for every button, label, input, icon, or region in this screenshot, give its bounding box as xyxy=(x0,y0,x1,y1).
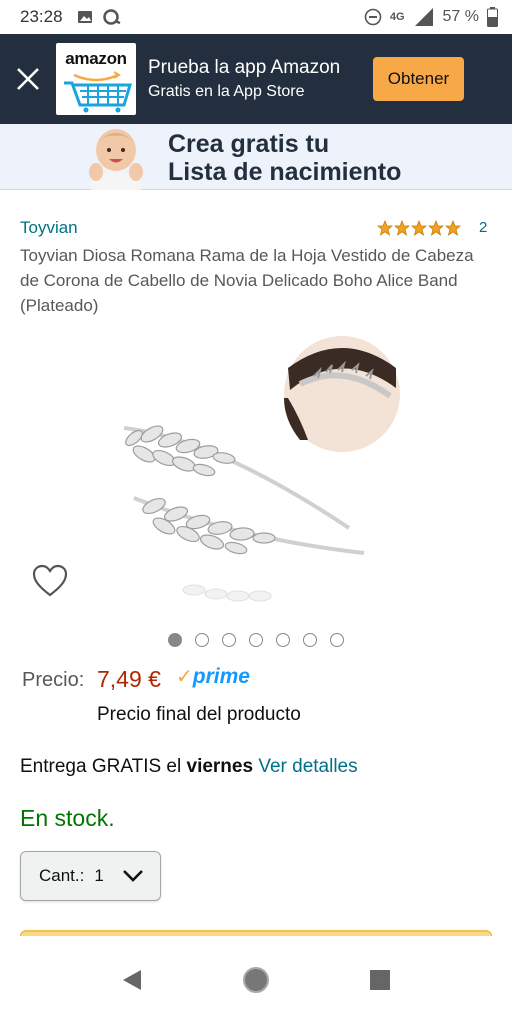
status-bar: 23:28 4G 57 % xyxy=(0,0,512,34)
registry-line-2: Lista de nacimiento xyxy=(168,158,402,186)
status-system-icons: 4G 57 % xyxy=(364,7,498,27)
battery-percent: 57 % xyxy=(442,8,479,25)
gallery-dot[interactable] xyxy=(330,633,344,647)
back-button[interactable] xyxy=(117,965,147,995)
close-banner-button[interactable] xyxy=(0,34,56,124)
star-rating xyxy=(377,219,461,236)
signal-icon xyxy=(414,8,433,26)
status-time: 23:28 xyxy=(20,7,63,26)
star-icon xyxy=(377,219,393,236)
gallery-dot[interactable] xyxy=(222,633,236,647)
amazon-app-logo: amazon xyxy=(56,43,136,115)
brand-link[interactable]: Toyvian xyxy=(20,218,78,238)
star-icon xyxy=(394,219,410,236)
rating-count: 2 xyxy=(479,219,488,236)
registry-text: Crea gratis tu Lista de nacimiento xyxy=(168,130,401,186)
delivery-info: Entrega GRATIS el viernes Ver detalles xyxy=(20,756,358,778)
chevron-down-icon xyxy=(122,870,143,882)
app-download-banner: amazon Prueba la app Amazon Gratis en la… xyxy=(0,34,512,124)
gallery-pagination xyxy=(168,633,344,647)
get-app-button[interactable]: Obtener xyxy=(373,57,464,101)
gallery-dot[interactable] xyxy=(249,633,263,647)
product-title: Toyvian Diosa Romana Rama de la Hoja Ves… xyxy=(20,246,474,315)
quantity-label: Cant.: xyxy=(39,866,85,885)
recents-square-icon xyxy=(370,970,390,990)
system-nav-bar xyxy=(0,936,512,1024)
prime-badge: ✓ prime xyxy=(176,664,250,689)
banner-subtitle: Gratis en la App Store xyxy=(148,83,305,100)
quantity-select[interactable]: Cant.: 1 xyxy=(20,851,161,901)
gallery-dot[interactable] xyxy=(276,633,290,647)
baby-registry-banner[interactable]: Crea gratis tu Lista de nacimiento xyxy=(0,124,512,190)
do-not-disturb-icon xyxy=(364,8,382,26)
product-image xyxy=(123,336,400,602)
prime-check-icon: ✓ xyxy=(176,666,193,688)
shopping-cart-icon xyxy=(64,71,132,113)
heart-icon[interactable] xyxy=(32,564,68,598)
gallery-dot[interactable] xyxy=(303,633,317,647)
home-circle-icon xyxy=(243,967,269,993)
image-notification-icon xyxy=(77,11,92,23)
delivery-prefix: Entrega GRATIS el xyxy=(20,756,187,777)
status-notification-icons xyxy=(77,9,123,25)
stock-status: En stock. xyxy=(20,805,115,831)
recents-button[interactable] xyxy=(365,965,395,995)
price-label: Precio: xyxy=(22,669,85,691)
app-notification-icon xyxy=(102,9,121,25)
quantity-value: 1 xyxy=(94,866,104,885)
gallery-dot[interactable] xyxy=(195,633,209,647)
product-image-gallery[interactable] xyxy=(0,328,512,624)
delivery-details-link[interactable]: Ver detalles xyxy=(258,756,357,777)
product-rating[interactable]: 2 xyxy=(377,219,487,236)
final-price-note: Precio final del producto xyxy=(97,704,301,725)
home-button[interactable] xyxy=(241,965,271,995)
gallery-dot[interactable] xyxy=(168,633,182,647)
registry-line-1: Crea gratis tu xyxy=(168,130,330,158)
close-icon xyxy=(17,68,39,90)
banner-title: Prueba la app Amazon xyxy=(148,57,341,78)
price-value: 7,49 € xyxy=(97,666,161,692)
banner-text: Prueba la app Amazon Gratis en la App St… xyxy=(148,57,340,101)
network-type: 4G xyxy=(389,11,405,23)
amazon-logo-text: amazon xyxy=(65,49,127,68)
back-triangle-icon xyxy=(123,970,141,990)
battery-icon xyxy=(487,7,498,27)
star-icon xyxy=(445,219,461,236)
prime-label: prime xyxy=(192,664,250,688)
delivery-day: viernes xyxy=(186,756,254,777)
star-icon xyxy=(411,219,427,236)
star-icon xyxy=(428,219,444,236)
baby-image xyxy=(89,129,143,190)
